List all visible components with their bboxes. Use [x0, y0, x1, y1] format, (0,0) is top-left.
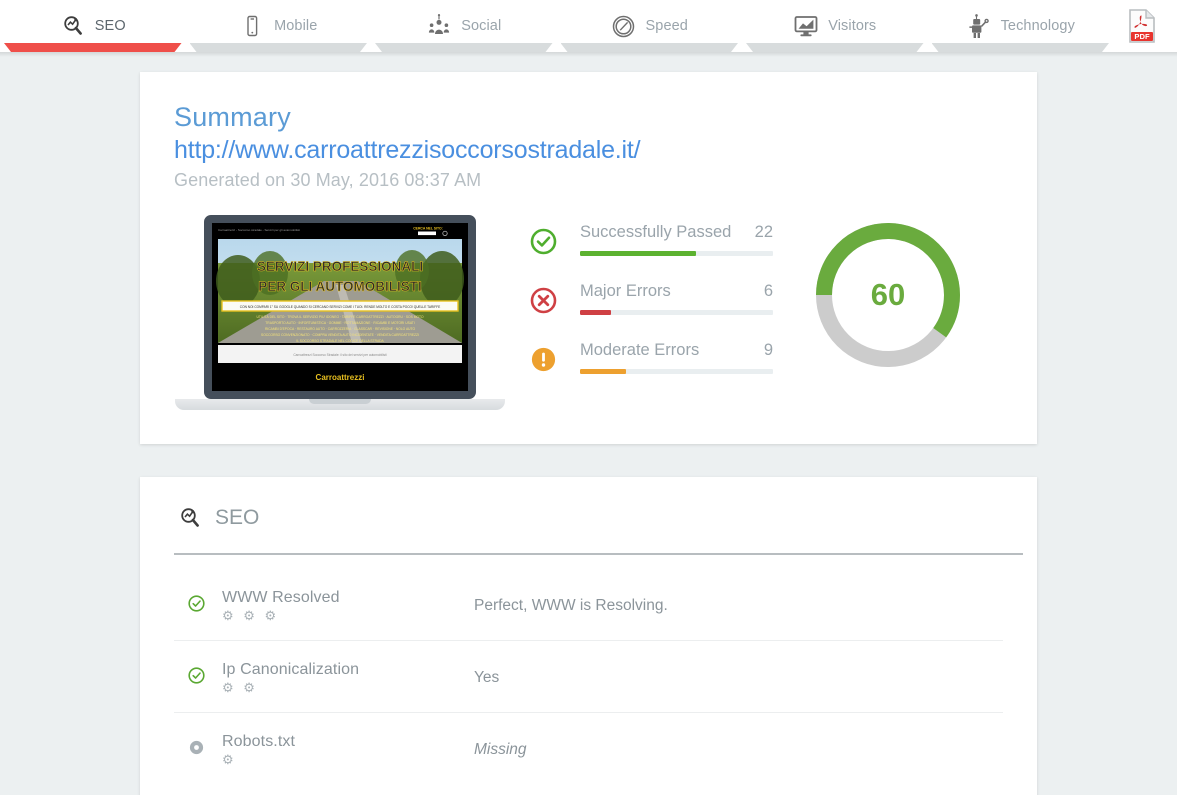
- tab-underline: [746, 43, 924, 52]
- shot-footer: Carroattrezzi: [316, 373, 365, 382]
- tab-label: Speed: [645, 18, 688, 34]
- stat-row-major-errors: Major Errors 6: [530, 282, 773, 319]
- stat-row-passed: Successfully Passed 22: [530, 223, 773, 260]
- check-circle-icon: [174, 661, 222, 689]
- stat-progress-fill: [580, 369, 627, 375]
- gear-icon-group: ⚙ ⚙: [222, 680, 258, 696]
- stat-progress-fill: [580, 310, 611, 316]
- pdf-label: PDF: [1134, 32, 1150, 41]
- check-title-col: Robots.txt ⚙: [222, 733, 474, 766]
- check-circle-icon: [530, 228, 562, 260]
- gear-icon-group: ⚙ ⚙ ⚙: [222, 608, 280, 624]
- check-circle-icon: [174, 589, 222, 617]
- seo-chart-arrow-icon: [177, 505, 203, 531]
- shot-headline-2: PER GLI AUTOMOBILISTI: [258, 279, 422, 294]
- stat-progress-track: [580, 310, 773, 316]
- check-description: Perfect, WWW is Resolving.: [474, 597, 668, 615]
- site-preview: Carroattrezzi - Soccorso stradale - Serv…: [174, 215, 506, 411]
- stat-value: 9: [763, 341, 773, 360]
- seo-section-title: SEO: [215, 506, 260, 530]
- tab-label: SEO: [94, 18, 126, 34]
- speedometer-icon: [611, 13, 637, 39]
- check-title: Robots.txt: [222, 733, 296, 751]
- summary-stats: Successfully Passed 22 Major Errors 6 Mo…: [506, 215, 773, 378]
- seo-card: SEO WWW Resolved ⚙ ⚙ ⚙ Perfect, WWW is R…: [140, 477, 1037, 795]
- stat-row-moderate-errors: Moderate Errors 9: [530, 341, 773, 378]
- check-title: Ip Canonicalization: [222, 661, 360, 679]
- generated-timestamp: Generated on 30 May, 2016 08:37 AM: [174, 170, 482, 191]
- summary-body: Carroattrezzi - Soccorso stradale - Serv…: [174, 215, 1003, 411]
- tab-label: Visitors: [828, 18, 877, 34]
- check-title-col: WWW Resolved ⚙ ⚙ ⚙: [222, 589, 474, 622]
- shot-caption: Carroattrezzi Soccorso Stradale: il sito…: [293, 353, 387, 357]
- stat-progress-track: [580, 369, 773, 375]
- tab-speed[interactable]: Speed: [556, 0, 742, 52]
- tab-underline: [375, 43, 553, 52]
- seo-section-header: SEO: [174, 505, 1003, 531]
- shot-search-label: CERCA NEL SITO:: [413, 227, 443, 231]
- tab-label: Social: [461, 18, 502, 34]
- overall-score: 60: [773, 215, 1003, 371]
- site-url-link[interactable]: http://www.carroattrezzisoccorsostradale…: [174, 135, 1003, 166]
- export-pdf-button[interactable]: PDF: [1125, 8, 1159, 44]
- score-donut-chart: 60: [812, 219, 964, 371]
- summary-card: Summary http://www.carroattrezzisoccorso…: [140, 72, 1037, 445]
- tab-underline: [561, 43, 739, 52]
- social-people-icon: [426, 13, 452, 39]
- check-title: WWW Resolved: [222, 589, 340, 607]
- shot-browser-title: Carroattrezzi - Soccorso stradale - Serv…: [218, 228, 300, 232]
- table-row: Robots.txt ⚙ Missing: [174, 713, 1003, 784]
- check-description: Yes: [474, 669, 500, 687]
- mobile-phone-icon: [239, 13, 265, 39]
- laptop-screen: Carroattrezzi - Soccorso stradale - Serv…: [204, 215, 476, 400]
- tab-visitors[interactable]: Visitors: [742, 0, 928, 52]
- monitor-chart-icon: [793, 13, 819, 39]
- pdf-file-icon: PDF: [1129, 9, 1155, 43]
- site-screenshot-image: Carroattrezzi - Soccorso stradale - Serv…: [212, 223, 468, 392]
- tab-underline: [932, 43, 1110, 52]
- page-title: Summary: [174, 102, 291, 132]
- tab-label: Technology: [1000, 18, 1075, 34]
- stat-label: Moderate Errors: [580, 341, 700, 360]
- laptop-notch: [309, 399, 371, 405]
- svg-text:UTILITÀ DEL SITO · TROVA IL SE: UTILITÀ DEL SITO · TROVA IL SERVIZIO PIU…: [256, 315, 424, 319]
- tab-mobile[interactable]: Mobile: [185, 0, 371, 52]
- dot-circle-icon: [174, 733, 222, 761]
- stat-progress-track: [580, 251, 773, 257]
- check-description: Missing: [474, 741, 527, 759]
- laptop-base: [175, 399, 505, 411]
- svg-text:SOCCORSO CONVENZIONATO · COMPR: SOCCORSO CONVENZIONATO · COMPRA VENDITA …: [261, 333, 419, 337]
- tab-technology[interactable]: Technology: [927, 0, 1113, 52]
- seo-check-list: WWW Resolved ⚙ ⚙ ⚙ Perfect, WWW is Resol…: [174, 555, 1003, 784]
- warning-circle-icon: [530, 346, 562, 378]
- shot-banner: CON NOI COMPARI 1° SU GOOGLE QUANDO SI C…: [240, 305, 440, 309]
- seo-chart-arrow-icon: [60, 13, 86, 39]
- score-value: 60: [870, 277, 906, 313]
- tab-underline: [190, 43, 368, 52]
- top-navigation: SEO Mobile Social Speed Visitors Technol…: [0, 0, 1177, 57]
- tab-underline: [4, 43, 182, 52]
- svg-text:IL SOCCORSO STRADALE NEL CODIC: IL SOCCORSO STRADALE NEL CODICE DELLA ST…: [296, 339, 384, 343]
- tab-label: Mobile: [274, 18, 318, 34]
- stat-progress-fill: [580, 251, 696, 257]
- table-row: WWW Resolved ⚙ ⚙ ⚙ Perfect, WWW is Resol…: [174, 569, 1003, 642]
- check-title-col: Ip Canonicalization ⚙ ⚙: [222, 661, 474, 694]
- stat-value: 22: [754, 223, 773, 242]
- error-circle-icon: [530, 287, 562, 319]
- stat-label: Successfully Passed: [580, 223, 732, 242]
- table-row: Ip Canonicalization ⚙ ⚙ Yes: [174, 641, 1003, 714]
- tab-bar: SEO Mobile Social Speed Visitors Technol…: [0, 0, 1113, 52]
- gear-icon-group: ⚙: [222, 752, 237, 768]
- page-content: Summary http://www.carroattrezzisoccorso…: [0, 52, 1177, 795]
- stat-label: Major Errors: [580, 282, 671, 301]
- svg-text:RICAMBI D'EPOCA · RESTAURO AUT: RICAMBI D'EPOCA · RESTAURO AUTO · CARROZ…: [265, 327, 416, 331]
- svg-text:TRASPORTO AUTO · INFORTUNISTIC: TRASPORTO AUTO · INFORTUNISTICA · GOMME …: [265, 321, 414, 325]
- stat-value: 6: [763, 282, 773, 301]
- robot-icon: [966, 13, 992, 39]
- shot-headline-1: SERVIZI PROFESSIONALI: [257, 259, 423, 274]
- tab-social[interactable]: Social: [371, 0, 557, 52]
- tab-seo[interactable]: SEO: [0, 0, 186, 52]
